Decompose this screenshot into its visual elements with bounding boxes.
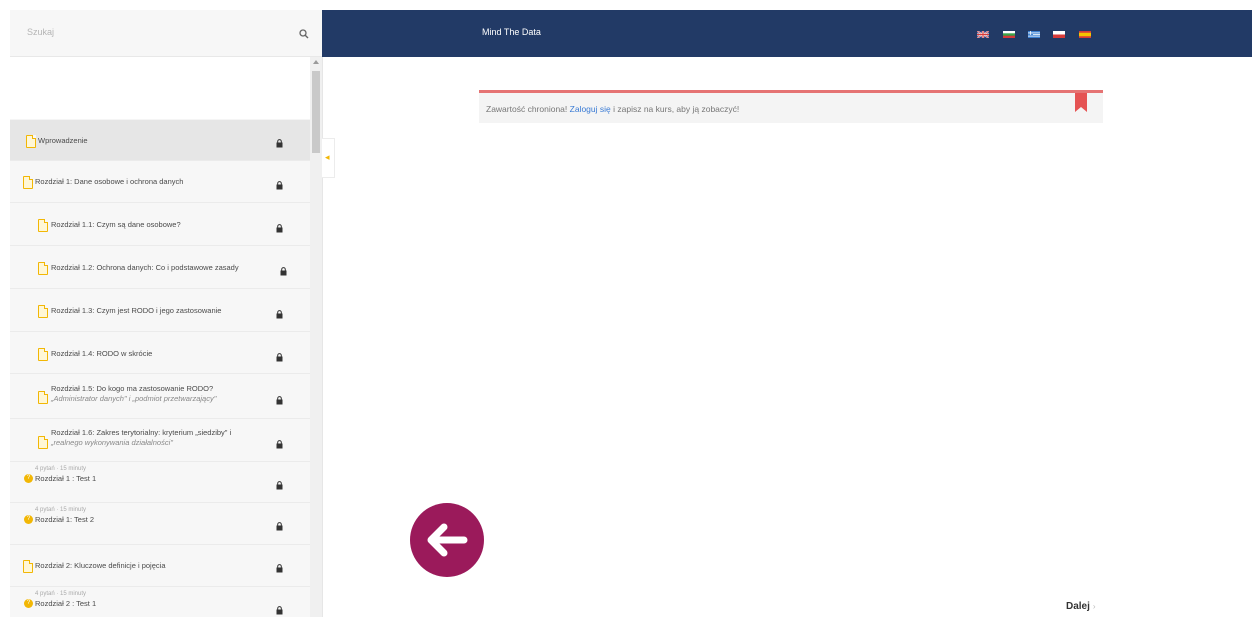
lock-icon [276,392,283,410]
next-lesson-link[interactable]: Dalej › [1066,601,1096,612]
back-arrow-button[interactable] [410,503,484,577]
login-link[interactable]: Zaloguj się [570,104,611,114]
scroll-thumb[interactable] [312,71,320,153]
sidebar-item-rozdzial-1-1[interactable]: Rozdział 1.1: Czym są dane osobowe? [10,203,310,246]
lock-icon [276,135,283,153]
notice-text-before: Zawartość chroniona! [486,104,568,114]
lock-icon [276,220,283,238]
lock-icon [276,436,283,454]
lock-icon [276,177,283,195]
lesson-doc-icon [38,436,48,449]
lock-icon [276,518,283,536]
english-flag-icon[interactable] [977,31,989,38]
quiz-icon: ? [24,474,33,483]
sidebar-collapse-toggle[interactable]: ◂ [322,138,335,178]
quiz-meta: 4 pytań · 15 minuty [35,507,87,513]
sidebar-item-label: Rozdział 2 : Test 1 [35,599,97,608]
sidebar-item-quiz-2-1[interactable]: 4 pytań · 15 minuty ? Rozdział 2 : Test … [10,587,310,617]
sidebar-item-label: Rozdział 1: Dane osobowe i ochrona danyc… [35,177,184,186]
lock-icon [276,477,283,495]
sidebar-item-rozdzial-2[interactable]: Rozdział 2: Kluczowe definicje i pojęcia [10,545,310,587]
greek-flag-icon[interactable] [1028,31,1040,38]
sidebar-item-rozdzial-1-6[interactable]: Rozdział 1.6: Zakres terytorialny: kryte… [10,419,310,462]
lesson-doc-icon [38,391,48,404]
curriculum-sidebar: Szukaj Wprowadzenie Rozdział 1: Dane oso… [10,10,323,617]
sidebar-item-label: Rozdział 1.6: Zakres terytorialny: kryte… [51,428,232,437]
search-placeholder: Szukaj [27,27,55,37]
notice-text-after: i zapisz na kurs, aby ją zobaczyć! [613,104,740,114]
sidebar-item-rozdzial-1-5[interactable]: Rozdział 1.5: Do kogo ma zastosowanie RO… [10,374,310,419]
sidebar-item-quiz-1-1[interactable]: 4 pytań · 15 minuty ? Rozdział 1 : Test … [10,462,310,503]
bookmark-icon [1075,93,1087,112]
quiz-meta: 4 pytań · 15 minuty [35,591,87,597]
sidebar-scrollbar[interactable] [310,57,322,617]
lock-icon [280,263,287,281]
lesson-doc-icon [23,176,33,189]
sidebar-item-rozdzial-1[interactable]: Rozdział 1: Dane osobowe i ochrona danyc… [10,161,310,203]
sidebar-item-label: Rozdział 1.5: Do kogo ma zastosowanie RO… [51,384,214,393]
notice-text: Zawartość chroniona! Zaloguj się i zapis… [486,104,739,114]
sidebar-item-label: Rozdział 1.1: Czym są dane osobowe? [51,220,181,229]
lock-icon [276,306,283,324]
sidebar-item-rozdzial-1-4[interactable]: Rozdział 1.4: RODO w skrócie [10,332,310,374]
sidebar-item-label: Rozdział 1.4: RODO w skrócie [51,349,153,358]
lesson-doc-icon [38,219,48,232]
next-label: Dalej [1066,601,1090,612]
lesson-doc-icon [23,560,33,573]
lesson-doc-icon [38,348,48,361]
lesson-doc-icon [38,262,48,275]
search-icon[interactable] [299,26,309,44]
protected-content-notice: Zawartość chroniona! Zaloguj się i zapis… [479,90,1103,123]
site-title[interactable]: Mind The Data [482,27,541,37]
search-input[interactable]: Szukaj [10,10,322,57]
lock-icon [276,349,283,367]
sidebar-item-rozdzial-1-2[interactable]: Rozdział 1.2: Ochrona danych: Co i podst… [10,246,310,289]
scroll-up-arrow-icon[interactable] [313,60,319,64]
sidebar-item-label: Rozdział 1: Test 2 [35,515,95,524]
sidebar-spacer [10,57,310,119]
sidebar-item-wprowadzenie[interactable]: Wprowadzenie [10,120,310,161]
sidebar-item-label: Rozdział 2: Kluczowe definicje i pojęcia [35,561,166,570]
sidebar-item-label: Rozdział 1.3: Czym jest RODO i jego zast… [51,306,222,315]
quiz-icon: ? [24,599,33,608]
bulgarian-flag-icon[interactable] [1003,31,1015,38]
arrow-left-icon [427,523,468,557]
chevron-left-icon: ◂ [325,152,330,162]
chevron-right-icon: › [1092,602,1096,611]
quiz-icon: ? [24,515,33,524]
sidebar-item-label: Wprowadzenie [38,136,88,145]
sidebar-item-label-line2: „Administrator danych" i „podmiot przetw… [51,394,217,403]
lesson-doc-icon [26,135,36,148]
sidebar-item-label: Rozdział 1.2: Ochrona danych: Co i podst… [51,263,239,272]
quiz-meta: 4 pytań · 15 minuty [35,466,87,472]
lock-icon [276,602,283,617]
sidebar-item-label: Rozdział 1 : Test 1 [35,474,97,483]
spanish-flag-icon[interactable] [1079,31,1091,38]
lesson-doc-icon [38,305,48,318]
lock-icon [276,560,283,578]
sidebar-item-quiz-1-2[interactable]: 4 pytań · 15 minuty ? Rozdział 1: Test 2 [10,503,310,545]
sidebar-item-label-line2: „realnego wykonywania działalności" [51,438,173,447]
top-header: Mind The Data [322,10,1252,57]
polish-flag-icon[interactable] [1053,31,1065,38]
sidebar-item-rozdzial-1-3[interactable]: Rozdział 1.3: Czym jest RODO i jego zast… [10,289,310,332]
